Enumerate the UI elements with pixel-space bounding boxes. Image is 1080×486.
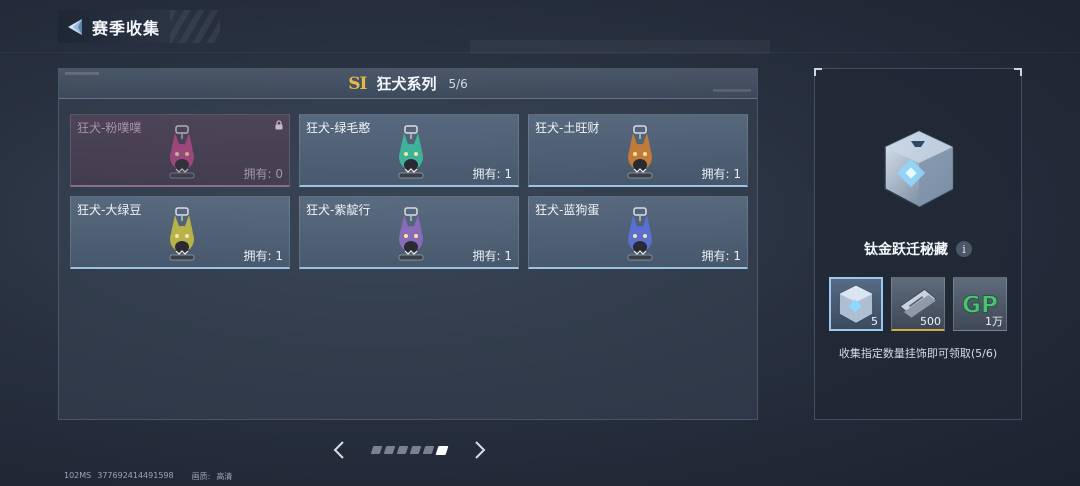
page-dot[interactable]	[370, 445, 383, 454]
quality-label: 画质:	[191, 472, 211, 481]
card-name: 狂犬-土旺财	[535, 121, 600, 135]
header-decoration	[170, 10, 220, 43]
dog-charm-icon	[398, 207, 424, 261]
back-button[interactable]	[58, 10, 92, 43]
dog-charm-icon	[169, 125, 195, 179]
footer-status: 102MS 377692414491598 画质: 高清	[64, 471, 232, 482]
page-title: 赛季收集	[92, 18, 161, 38]
collectible-card[interactable]: 狂犬-蓝狗蛋 拥有: 1	[528, 196, 748, 269]
item-quantity: 5	[871, 315, 878, 328]
page-dot[interactable]	[409, 445, 422, 454]
owned-count: 拥有: 1	[243, 249, 284, 263]
corner-decoration	[814, 68, 822, 76]
owned-count: 拥有: 1	[701, 249, 742, 263]
reward-items: 5 500 GP 1万	[829, 277, 1007, 331]
card-name: 狂犬-紫靛行	[306, 203, 371, 217]
card-name: 狂犬-绿毛憨	[306, 121, 371, 135]
back-arrow-icon	[68, 18, 82, 35]
prev-page-button[interactable]	[330, 440, 348, 460]
reward-description: 收集指定数量挂饰即可领取(5/6)	[838, 347, 998, 360]
dog-charm-icon	[627, 207, 653, 261]
user-id: 377692414491598	[97, 471, 174, 480]
season-badge: SI	[348, 73, 367, 94]
chevron-right-icon	[475, 441, 486, 459]
page-dot[interactable]	[383, 445, 396, 454]
quality-value: 高清	[216, 472, 233, 481]
owned-count: 拥有: 1	[472, 249, 513, 263]
ping-value: 102MS	[64, 471, 92, 480]
owned-count: 拥有: 0	[243, 167, 284, 181]
card-name: 狂犬-大绿豆	[77, 203, 142, 217]
series-title: 狂犬系列	[376, 75, 437, 93]
info-icon[interactable]: i	[956, 241, 972, 257]
collectible-card[interactable]: 狂犬-绿毛憨 拥有: 1	[299, 114, 519, 187]
reward-item-crate[interactable]: 5	[829, 277, 883, 331]
next-page-button[interactable]	[471, 440, 489, 460]
collection-panel: SI 狂犬系列 5/6 狂犬-粉噗噗 拥有: 0 狂犬-绿毛憨 拥有: 1 狂犬…	[58, 68, 758, 420]
backdrop-panel	[470, 40, 770, 54]
reward-item-voucher[interactable]: 500	[891, 277, 945, 331]
header-decoration	[713, 89, 751, 92]
card-name: 狂犬-粉噗噗	[77, 121, 142, 135]
page-dot[interactable]	[422, 445, 435, 454]
dog-charm-icon	[627, 125, 653, 179]
collectible-card[interactable]: 狂犬-土旺财 拥有: 1	[528, 114, 748, 187]
titanium-crate-icon	[884, 130, 954, 208]
lock-icon	[275, 120, 283, 130]
card-name: 狂犬-蓝狗蛋	[535, 203, 600, 217]
corner-decoration	[1014, 68, 1022, 76]
collectible-card[interactable]: 狂犬-粉噗噗 拥有: 0	[70, 114, 290, 187]
chevron-left-icon	[333, 441, 344, 459]
dog-charm-icon	[398, 125, 424, 179]
reward-title-row: 钛金跃迁秘藏 i	[815, 239, 1021, 259]
series-progress: 5/6	[448, 76, 468, 91]
series-header: SI 狂犬系列 5/6	[59, 69, 757, 99]
dog-charm-icon	[169, 207, 195, 261]
reward-title: 钛金跃迁秘藏	[864, 242, 948, 258]
item-quantity: 500	[920, 315, 941, 328]
reward-item-gp[interactable]: GP 1万	[953, 277, 1007, 331]
owned-count: 拥有: 1	[701, 167, 742, 181]
item-quantity: 1万	[985, 315, 1003, 328]
collectible-card[interactable]: 狂犬-紫靛行 拥有: 1	[299, 196, 519, 269]
collectible-card[interactable]: 狂犬-大绿豆 拥有: 1	[70, 196, 290, 269]
page-dot[interactable]	[435, 445, 449, 455]
reward-panel: 钛金跃迁秘藏 i 5 500 GP 1万 收集指定数量挂饰即可领取(5/6)	[814, 68, 1022, 420]
page-dot[interactable]	[396, 445, 409, 454]
header-decoration	[65, 72, 99, 75]
page-navigation	[330, 440, 489, 460]
page-indicator	[370, 445, 449, 455]
owned-count: 拥有: 1	[472, 167, 513, 181]
